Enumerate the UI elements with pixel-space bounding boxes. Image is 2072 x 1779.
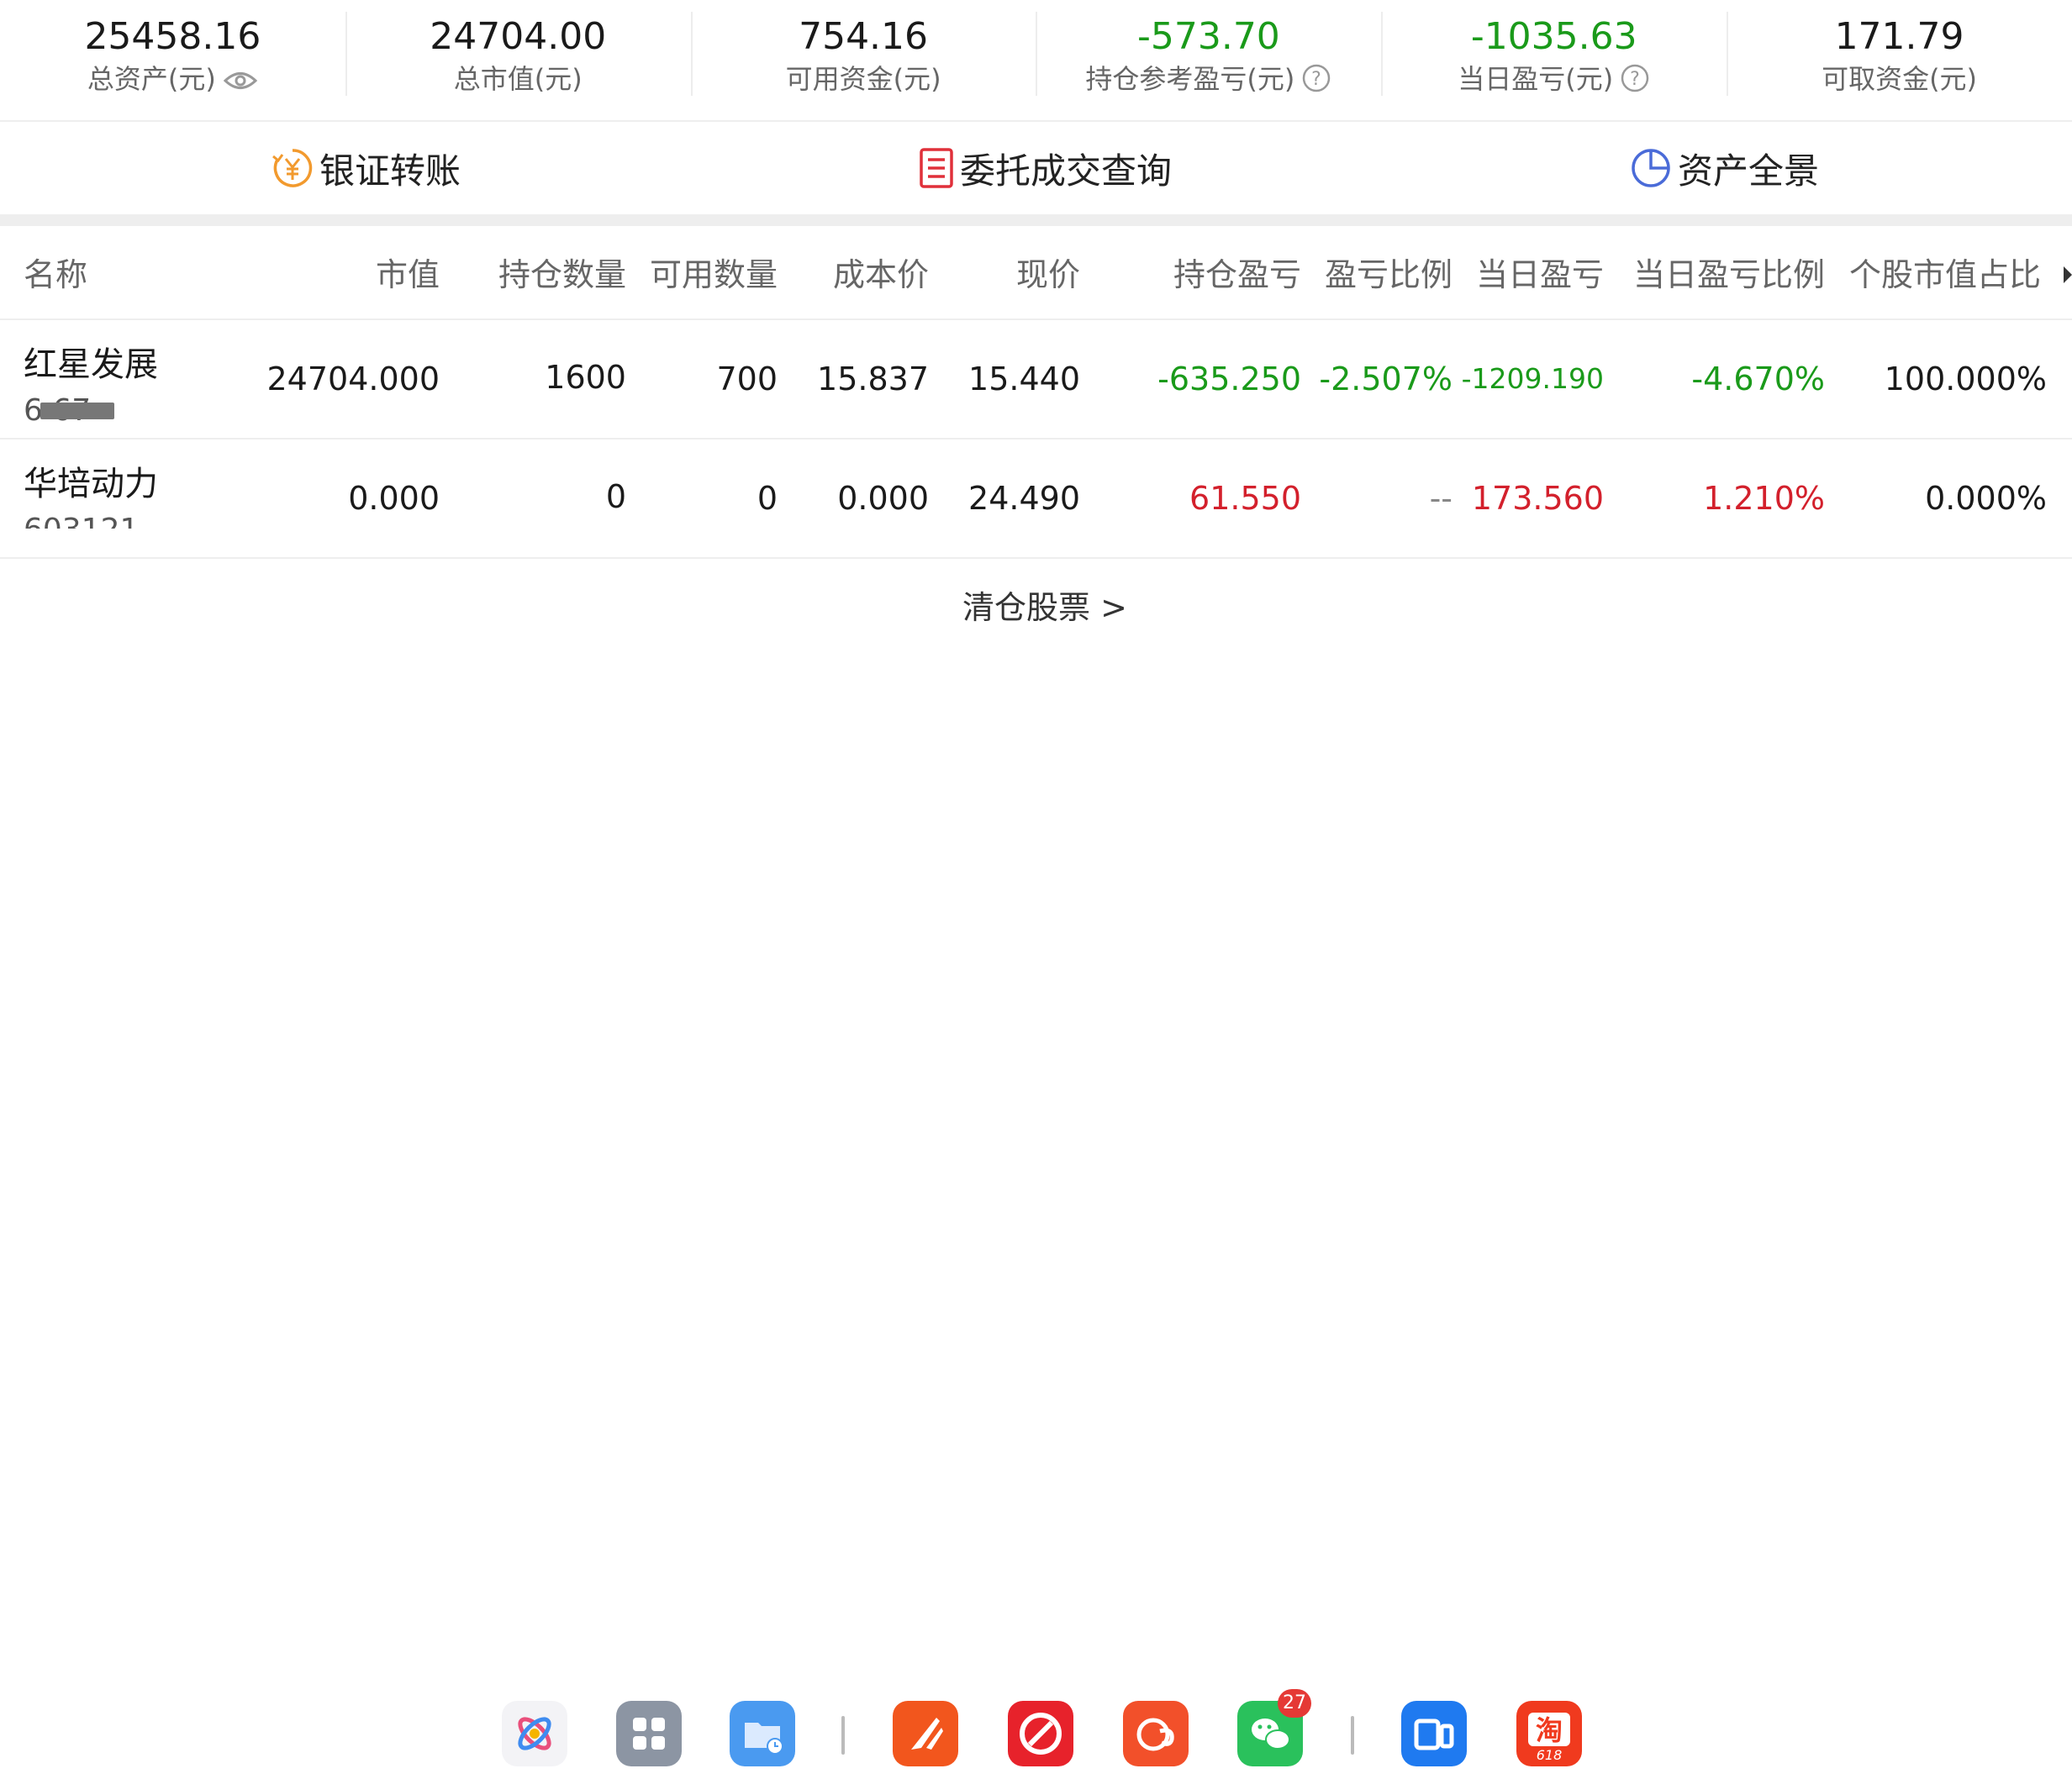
daily-pnl-ratio: 1.210%	[1703, 480, 1825, 517]
section-separator	[0, 214, 2072, 226]
available-funds-value: 754.16	[799, 15, 929, 58]
market-share: 100.000%	[1884, 361, 2047, 397]
total-assets-value: 25458.16	[84, 15, 261, 58]
bank-transfer-button[interactable]: 银证转账	[271, 122, 461, 214]
netease-app-icon[interactable]	[1123, 1701, 1189, 1766]
total-market-value-label: 总市值(元)	[453, 63, 583, 95]
position-pnl: -635.250	[1157, 361, 1301, 397]
market-value: 0.000	[348, 480, 440, 517]
col-pnl-ratio[interactable]: 盈亏比例	[1325, 226, 1453, 318]
wechat-app-icon[interactable]: 27	[1237, 1689, 1311, 1766]
pnl-ratio: -2.507%	[1319, 361, 1453, 397]
pnl-ratio: --	[1429, 480, 1453, 517]
document-list-icon	[920, 148, 953, 188]
daily-pnl-summary: -1035.63 当日盈亏(元)?	[1381, 0, 1727, 120]
col-market-value[interactable]: 市值	[376, 226, 440, 318]
app-drawer-icon[interactable]	[616, 1701, 682, 1766]
total-market-value: 24704.00 总市值(元)	[345, 0, 691, 120]
asset-overview-label: 资产全景	[1678, 150, 1820, 192]
multiscreen-app-icon[interactable]	[1401, 1701, 1467, 1766]
available-qty: 0	[757, 480, 778, 517]
notification-badge: 27	[1278, 1689, 1311, 1718]
total-assets-label: 总资产(元)	[87, 63, 216, 95]
col-cost-price[interactable]: 成本价	[833, 226, 929, 318]
yuan-coin-icon	[272, 149, 313, 187]
market-value: 24704.000	[266, 361, 440, 397]
available-qty: 700	[716, 361, 778, 397]
market-share: 0.000%	[1925, 480, 2047, 517]
current-price: 24.490	[968, 480, 1080, 517]
files-app-icon[interactable]	[730, 1701, 795, 1766]
col-position-pnl[interactable]: 持仓盈亏	[1173, 226, 1301, 318]
position-qty: 1600	[545, 359, 626, 396]
withdrawable-funds: 171.79 可取资金(元)	[1727, 0, 2072, 120]
daily-pnl: -1209.190	[1461, 362, 1604, 395]
redaction-mask	[40, 403, 114, 419]
available-funds: 754.16 可用资金(元)	[690, 0, 1036, 120]
asset-overview-button[interactable]: 资产全景	[1629, 122, 1819, 214]
dock-separator	[841, 1716, 845, 1755]
withdrawable-funds-value: 171.79	[1834, 15, 1964, 58]
table-row[interactable]: 红星发展 6 67 24704.000 1600 700 15.837 15.4…	[0, 320, 2072, 439]
bank-transfer-label: 银证转账	[319, 150, 461, 192]
col-daily-pnl-ratio[interactable]: 当日盈亏比例	[1633, 226, 1825, 318]
current-price: 15.440	[968, 361, 1080, 397]
cost-price: 15.837	[817, 361, 929, 397]
cost-price: 0.000	[837, 480, 929, 517]
order-query-label: 委托成交查询	[960, 150, 1173, 192]
available-funds-label: 可用资金(元)	[785, 63, 941, 95]
taobao-618-label: 618	[1536, 1747, 1563, 1763]
taobao-app-icon[interactable]: 淘 618	[1516, 1701, 1582, 1766]
col-daily-pnl[interactable]: 当日盈亏	[1476, 226, 1604, 318]
position-qty: 0	[605, 478, 626, 515]
daily-pnl-value: -1035.63	[1470, 15, 1637, 58]
asset-summary: 25458.16 总资产(元) 24704.00 总市值(元) 754.16 可…	[0, 0, 2072, 120]
col-available-qty[interactable]: 可用数量	[650, 226, 778, 318]
dock-separator	[1351, 1716, 1354, 1755]
feishu-app-icon[interactable]	[893, 1701, 958, 1766]
scroll-right-icon[interactable]	[2064, 266, 2072, 283]
col-current-price[interactable]: 现价	[1016, 226, 1080, 318]
svg-text:?: ?	[1630, 69, 1640, 90]
eye-icon[interactable]	[223, 68, 258, 93]
svg-text:淘: 淘	[1536, 1714, 1563, 1746]
col-market-share[interactable]: 个股市值占比	[1849, 226, 2047, 318]
order-query-button[interactable]: 委托成交查询	[918, 122, 1172, 214]
position-pnl-label: 持仓参考盈亏(元)	[1085, 63, 1295, 95]
stock-name: 华培动力	[24, 465, 158, 503]
position-pnl-summary: -573.70 持仓参考盈亏(元)?	[1036, 0, 1381, 120]
help-icon[interactable]: ?	[1620, 63, 1650, 93]
gallery-app-icon[interactable]	[502, 1701, 567, 1766]
app-dock: 27 淘 618	[0, 1689, 2072, 1779]
position-pnl-value: -573.70	[1136, 15, 1280, 58]
daily-pnl: 173.560	[1471, 480, 1604, 517]
holdings-table-header: 名称 市值 持仓数量 可用数量 成本价 现价 持仓盈亏 盈亏比例 当日盈亏 当日…	[0, 226, 2072, 320]
pie-chart-icon	[1632, 149, 1670, 187]
col-name[interactable]: 名称	[24, 226, 87, 318]
svg-text:?: ?	[1312, 69, 1322, 90]
total-market-value-value: 24704.00	[430, 15, 607, 58]
redaction-mask	[18, 529, 161, 557]
daily-pnl-ratio: -4.670%	[1691, 361, 1825, 397]
stock-name: 红星发展	[24, 345, 158, 384]
table-row[interactable]: 华培动力 603121 0.000 0 0 0.000 24.490 61.55…	[0, 439, 2072, 559]
position-pnl: 61.550	[1189, 480, 1301, 517]
daily-pnl-label: 当日盈亏(元)	[1458, 63, 1614, 95]
action-bar: 银证转账 委托成交查询 资产全景	[0, 122, 2072, 214]
cleared-stocks-link[interactable]: 清仓股票 >	[962, 582, 1127, 628]
withdrawable-funds-label: 可取资金(元)	[1822, 63, 1978, 95]
col-position-qty[interactable]: 持仓数量	[498, 226, 626, 318]
securities-app-icon[interactable]	[1008, 1701, 1073, 1766]
total-assets: 25458.16 总资产(元)	[0, 0, 345, 120]
help-icon[interactable]: ?	[1301, 63, 1331, 93]
